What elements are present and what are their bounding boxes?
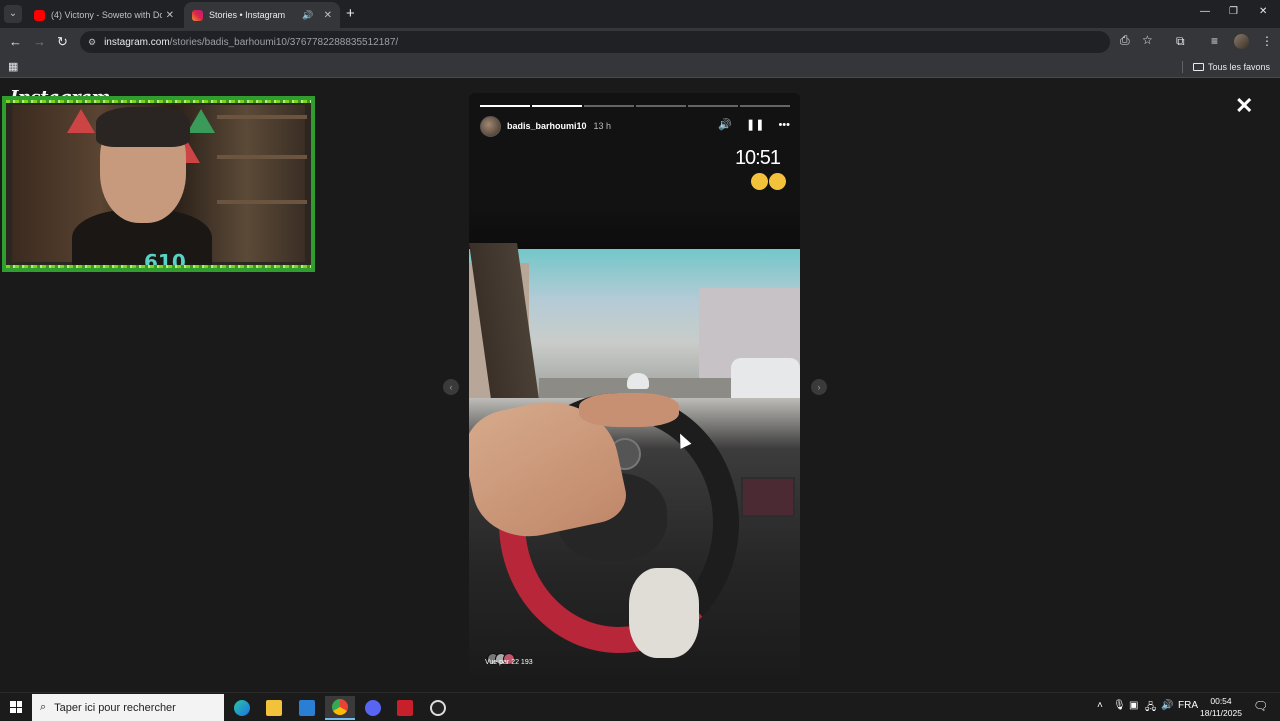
taskbar-search-box[interactable]: ⌕ Taper ici pour rechercher (32, 694, 224, 721)
tab-strip: ⌄ (4) Victony - Soweto with Don T ✕ Stor… (0, 0, 1280, 28)
story-overlay-time: 10:51 (734, 147, 781, 169)
tab-title: Stories • Instagram (209, 10, 286, 20)
system-clock[interactable]: 00:54 18/11/2025 (1196, 695, 1246, 719)
minimize-icon[interactable]: — (1200, 6, 1210, 17)
wall-triangle (187, 109, 215, 133)
shelf (217, 200, 307, 204)
stream-overlay-logo: 610 (144, 250, 186, 272)
clock-time: 00:54 (1210, 696, 1232, 706)
pause-icon[interactable]: ❚❚ (746, 118, 764, 131)
more-options-icon[interactable]: ••• (778, 119, 790, 131)
browser-toolbar: ← → ↻ ⚙ instagram.com/stories/badis_barh… (0, 28, 1280, 56)
install-app-icon[interactable]: ⎙ (1120, 33, 1130, 48)
hand (579, 393, 679, 427)
bookmarks-bar: ▦ Tous les favons (0, 56, 1280, 78)
windows-taskbar: ⌕ Taper ici pour rechercher ˄ 🎙 ▣ 🖧 🔊 FR… (0, 692, 1280, 721)
language-indicator[interactable]: FRA (1178, 700, 1198, 711)
screen-capture-icon[interactable]: ▣ (1129, 700, 1138, 711)
url-path: /stories/badis_barhoumi10/37677822888355… (169, 36, 399, 48)
shelf (217, 155, 307, 159)
forward-icon[interactable]: → (33, 34, 46, 49)
smiling-face-emoji-icon (751, 173, 768, 190)
file-explorer-icon[interactable] (259, 696, 289, 720)
progress-segment (480, 105, 530, 107)
volume-tray-icon[interactable]: 🔊 (1161, 700, 1173, 711)
webcam-feed (12, 105, 307, 268)
volume-icon[interactable]: 🔊 (718, 118, 732, 131)
address-bar[interactable]: ⚙ instagram.com/stories/badis_barhoumi10… (80, 31, 1110, 53)
all-bookmarks-button[interactable]: Tous les favons (1181, 61, 1270, 73)
tab-title: (4) Victony - Soweto with Don T (51, 10, 162, 20)
site-info-icon[interactable]: ⚙ (88, 37, 96, 48)
progress-segment (688, 105, 738, 107)
progress-segment (584, 105, 634, 107)
story-controls: 🔊 ❚❚ ••• (718, 118, 790, 132)
close-story-icon[interactable]: ✕ (1235, 93, 1253, 119)
story-progress-bar (480, 105, 790, 107)
reload-icon[interactable]: ↻ (57, 34, 68, 50)
story-views-count[interactable]: Vue par 22 193 (485, 659, 533, 666)
bookmarks-folder-label: Tous les favons (1207, 62, 1270, 72)
grass-border-top (6, 100, 311, 103)
grass-border-bottom (6, 265, 311, 268)
story-emoji-sticker (751, 173, 786, 190)
extensions-icon[interactable]: ⧉ (1176, 34, 1185, 49)
instagram-favicon-icon (192, 9, 203, 21)
close-tab-icon[interactable]: ✕ (166, 10, 174, 21)
user-avatar[interactable] (480, 115, 501, 137)
edge-app-icon[interactable] (227, 696, 257, 720)
search-icon: ⌕ (40, 701, 47, 713)
clock-date: 18/11/2025 (1200, 708, 1242, 718)
story-time-ago: 13 h (593, 121, 612, 131)
infotainment-screen (741, 477, 795, 517)
restore-icon[interactable]: ❐ (1229, 6, 1238, 17)
window-close-icon[interactable]: ✕ (1259, 6, 1267, 17)
previous-story-icon[interactable]: ‹ (443, 379, 459, 395)
next-story-icon[interactable]: › (811, 379, 827, 395)
menu-icon[interactable]: ⋮ (1261, 34, 1273, 48)
progress-segment (740, 105, 790, 107)
streamer-hair (96, 107, 190, 147)
back-icon[interactable]: ← (9, 34, 22, 49)
chrome-app-icon[interactable] (325, 696, 355, 720)
tab-search-button[interactable]: ⌄ (4, 5, 22, 23)
story-username[interactable]: badis_barhoumi10 (507, 121, 587, 131)
profile-avatar[interactable] (1234, 34, 1249, 49)
notification-center-icon[interactable]: 🗨 (1253, 699, 1268, 713)
tab-youtube[interactable]: (4) Victony - Soweto with Don T ✕ (26, 2, 182, 28)
folder-icon (1192, 63, 1204, 71)
discord-app-icon[interactable] (358, 696, 388, 720)
network-icon[interactable]: 🖧 (1145, 700, 1156, 717)
apps-grid-icon[interactable]: ▦ (8, 60, 18, 73)
wall-triangle (67, 109, 95, 133)
streaming-app-icon[interactable] (390, 696, 420, 720)
close-tab-icon[interactable]: ✕ (324, 10, 332, 21)
store-app-icon[interactable] (292, 696, 322, 720)
search-placeholder: Taper ici pour rechercher (54, 701, 176, 714)
show-hidden-icons-icon[interactable]: ˄ (1097, 700, 1103, 711)
progress-segment (532, 105, 582, 107)
tab-instagram[interactable]: Stories • Instagram 🔊 ✕ (184, 2, 340, 28)
url-host: instagram.com (104, 36, 170, 48)
knee (629, 568, 699, 658)
obs-app-icon[interactable] (423, 696, 453, 720)
youtube-favicon-icon (34, 9, 45, 21)
media-controls-icon[interactable]: ≡ (1211, 34, 1218, 48)
new-tab-button[interactable]: + (346, 5, 355, 22)
divider (1181, 61, 1183, 73)
webcam-overlay: 610 (2, 96, 315, 272)
windows-start-icon[interactable] (10, 701, 22, 713)
progress-segment (636, 105, 686, 107)
story-header: badis_barhoumi10 13 h 🔊 ❚❚ ••• (480, 115, 790, 137)
story-viewer[interactable]: badis_barhoumi10 13 h 🔊 ❚❚ ••• 10:51 Vue… (469, 93, 800, 681)
shelf (217, 115, 307, 119)
microphone-icon[interactable]: 🎙 (1113, 700, 1126, 711)
speaker-icon[interactable]: 🔊 (302, 10, 313, 21)
bookmark-star-icon[interactable]: ☆ (1142, 33, 1153, 47)
smiling-face-emoji-icon (769, 173, 786, 190)
car (627, 373, 649, 389)
